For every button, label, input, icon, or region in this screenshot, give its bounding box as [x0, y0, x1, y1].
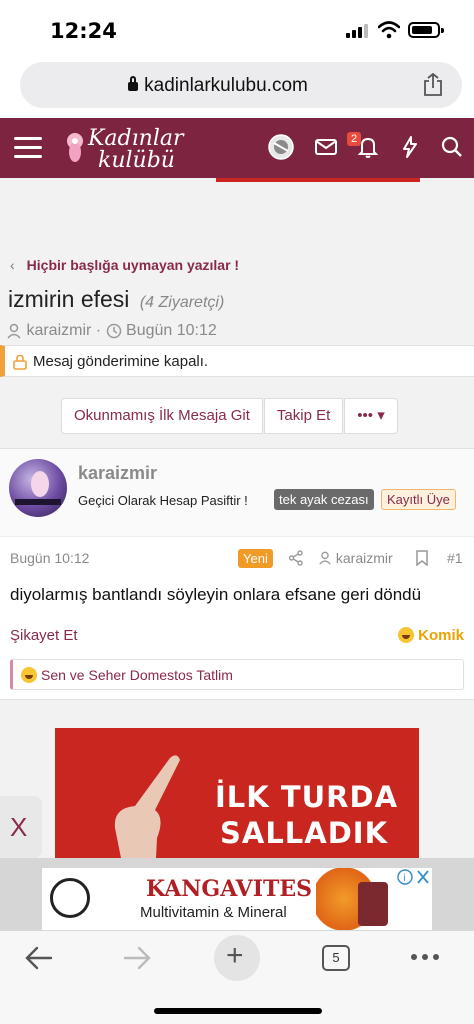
avatar[interactable] — [9, 459, 67, 517]
wifi-icon — [378, 21, 400, 39]
reaction-label: Komik — [418, 627, 464, 644]
bottom-ad-content[interactable]: KANGAVITES Multivitamin & Mineral i — [42, 868, 432, 930]
logo-line2: kulübü — [98, 148, 175, 173]
pointing-hand-image — [114, 755, 180, 868]
notification-badge: 2 — [347, 132, 362, 146]
status-time: 12:24 — [50, 19, 117, 43]
thread-title-text: izmirin efesi — [8, 286, 130, 312]
logo-flower-icon — [67, 133, 83, 162]
lightning-icon[interactable] — [397, 134, 423, 160]
search-icon[interactable] — [439, 134, 465, 160]
home-indicator — [154, 1008, 322, 1014]
close-icon: X — [10, 812, 28, 842]
caret-down-icon: ▾ — [377, 407, 385, 424]
url-text: kadinlarkulubu.com — [144, 75, 308, 96]
visitor-count: (4 Ziyaretçi) — [139, 294, 225, 311]
back-arrow-icon[interactable] — [24, 945, 54, 971]
plus-icon: + — [226, 939, 244, 972]
closed-notice: Mesaj gönderimine kapalı. — [0, 345, 474, 377]
bookmark-icon[interactable] — [415, 550, 429, 566]
ad-brand: KANGAVITES — [146, 876, 313, 902]
penalty-tag: tek ayak cezası — [274, 489, 374, 510]
status-bar: 12:24 — [0, 0, 474, 58]
share-icon[interactable] — [422, 73, 444, 97]
ad-subtitle: Multivitamin & Mineral — [140, 904, 287, 921]
member-tag: Kayıtlı Üye — [381, 489, 456, 510]
banner-line2: SALLADIK — [220, 816, 389, 850]
thread-date[interactable]: Bugün 10:12 — [126, 322, 217, 339]
adchoices-icon[interactable]: i — [396, 868, 432, 886]
product-bottle-image — [358, 882, 388, 926]
page-title: izmirin efesi (4 Ziyaretçi) — [8, 286, 224, 313]
chevron-left-icon: ‹ — [10, 257, 15, 273]
banner-line1: İLK TURDA — [215, 780, 399, 814]
user-icon — [319, 551, 331, 565]
post: karaizmir Geçici Olarak Hesap Pasiftir !… — [0, 448, 474, 700]
laughing-emoji-icon — [398, 627, 415, 643]
tabs-button[interactable]: 5 — [322, 945, 350, 971]
post-meta: Bugün 10:12 Yeni karaizmir #1 — [10, 549, 464, 569]
new-tab-button[interactable]: + — [214, 935, 260, 981]
site-header: Kadınlar kulübü — [0, 118, 474, 178]
post-date[interactable]: Bugün 10:12 — [10, 550, 89, 566]
address-bar[interactable]: kadinlarkulubu.com — [20, 62, 462, 108]
ad-close-button[interactable]: X — [0, 796, 42, 858]
user-title: Geçici Olarak Hesap Pasiftir ! — [78, 493, 248, 508]
menu-icon[interactable] — [14, 137, 42, 159]
user-avatar-icon[interactable] — [268, 134, 294, 160]
thread-author[interactable]: karaizmir — [26, 322, 91, 339]
banner-ad[interactable]: İLK TURDA SALLADIK — [55, 728, 419, 868]
battery-icon — [408, 22, 444, 38]
forward-arrow-icon[interactable] — [122, 945, 152, 971]
browser-address-area: kadinlarkulubu.com — [0, 58, 474, 118]
new-badge: Yeni — [238, 549, 273, 568]
user-icon — [7, 323, 21, 339]
clock-icon — [106, 323, 121, 339]
breadcrumb[interactable]: ‹ Hiçbir başlığa uymayan yazılar ! — [10, 257, 239, 273]
svg-text:i: i — [403, 873, 406, 884]
more-options-button[interactable]: ••• ▾ — [344, 398, 398, 434]
cellular-signal-icon — [346, 24, 370, 38]
post-author[interactable]: karaizmir — [318, 550, 393, 566]
post-number[interactable]: #1 — [447, 550, 463, 566]
more-dots: ••• — [357, 407, 374, 424]
meta-separator: · — [95, 322, 106, 339]
post-author-name: karaizmir — [335, 550, 393, 566]
first-unread-button[interactable]: Okunmamış İlk Mesaja Git — [61, 398, 263, 434]
post-username[interactable]: karaizmir — [78, 463, 157, 484]
breadcrumb-label: Hiçbir başlığa uymayan yazılar ! — [26, 257, 240, 273]
bottom-ad[interactable]: KANGAVITES Multivitamin & Mineral i — [0, 858, 474, 930]
more-menu-icon[interactable] — [410, 953, 440, 961]
reactions-summary-text: Sen ve Seher Domestos Tatlim — [21, 667, 233, 683]
post-user-block: karaizmir Geçici Olarak Hesap Pasiftir !… — [0, 449, 474, 537]
follow-button[interactable]: Takip Et — [263, 398, 344, 434]
laughing-emoji-icon — [21, 667, 37, 683]
site-logo[interactable]: Kadınlar kulübü — [62, 122, 192, 174]
mail-icon[interactable] — [313, 134, 339, 160]
post-body: diyolarmış bantlandı söyleyin onlara efs… — [10, 585, 422, 604]
secure-lock-icon — [128, 76, 139, 91]
post-actions: Şikayet Et Komik — [10, 627, 464, 647]
top-ad-strip — [216, 178, 420, 182]
reactions-summary-label: Sen ve Seher Domestos Tatlim — [41, 667, 233, 683]
thread-actions: Okunmamış İlk Mesaja Git Takip Et ••• ▾ — [61, 398, 399, 434]
thread-meta: karaizmir · Bugün 10:12 — [6, 322, 217, 340]
closed-notice-text: Mesaj gönderimine kapalı. — [33, 353, 209, 370]
advertiser-logo — [50, 878, 90, 918]
lock-icon — [13, 354, 27, 370]
reaction-button[interactable]: Komik — [398, 627, 464, 644]
share-icon[interactable] — [288, 550, 304, 566]
reactions-summary[interactable]: Sen ve Seher Domestos Tatlim — [10, 659, 464, 690]
url-display[interactable]: kadinlarkulubu.com — [20, 75, 416, 97]
report-link[interactable]: Şikayet Et — [10, 627, 78, 644]
